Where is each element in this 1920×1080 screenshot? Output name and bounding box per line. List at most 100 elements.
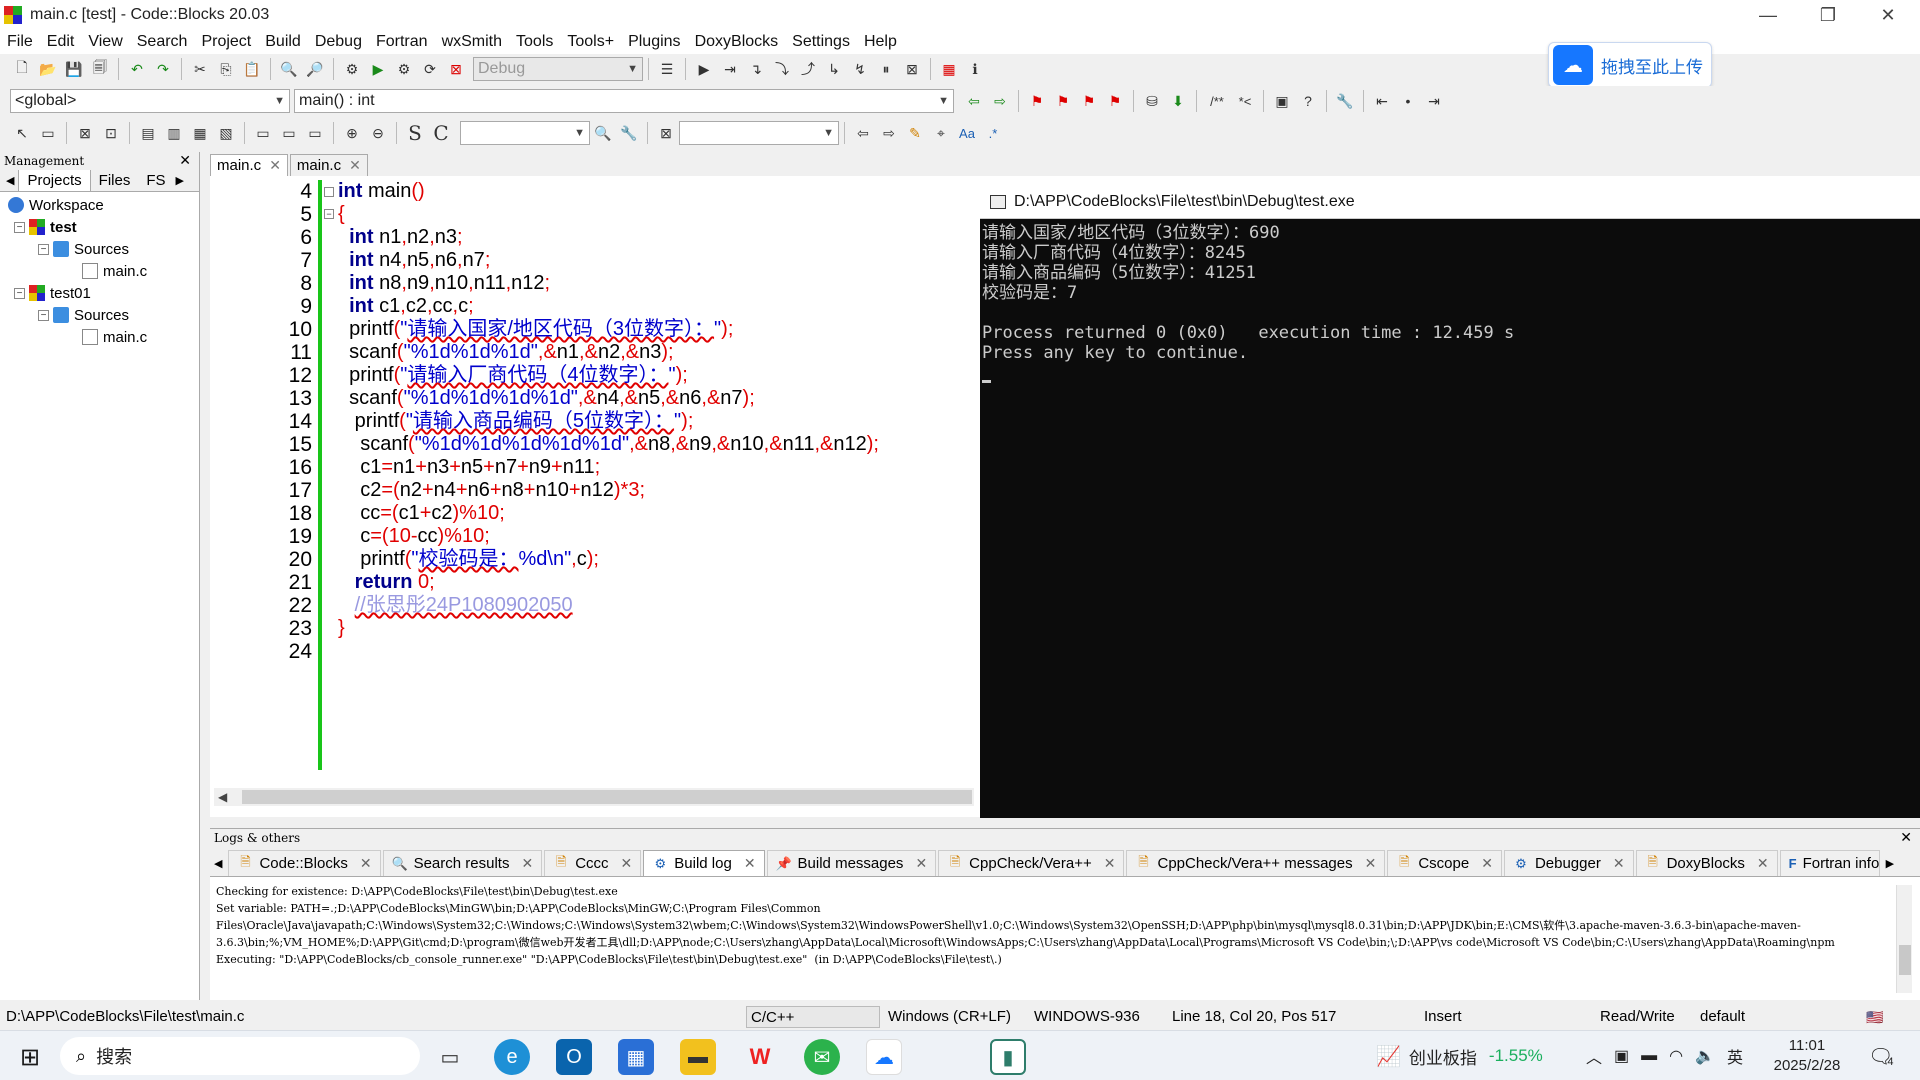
next-instruction-icon[interactable]: ↳ [822,57,846,81]
close-button[interactable]: ✕ [1860,0,1916,30]
log-tab-cppcheck[interactable]: 🗎 CppCheck/Vera++ ✕ [938,850,1125,876]
jump-implementation-icon[interactable]: ⬇ [1166,89,1190,113]
code-line[interactable]: cc=(c1+c2)%10; [338,502,879,525]
menu-tools[interactable]: Tools [509,30,560,54]
jump-forward-icon[interactable]: ⇨ [988,89,1012,113]
horizontal-scrollbar[interactable]: ◀ [214,788,974,806]
log-tab-doxyblocks[interactable]: 🗎 DoxyBlocks ✕ [1635,850,1778,876]
clear-icon[interactable]: ⊠ [654,121,678,145]
collapse-icon[interactable]: − [14,287,25,299]
code-area[interactable]: int main(){ int n1,n2,n3; int n4,n5,n6,n… [338,180,879,663]
menu-plugins[interactable]: Plugins [621,30,687,54]
console-taskbar-icon[interactable]: ▮ [990,1039,1026,1075]
tree-item-sources[interactable]: − Sources [0,304,199,326]
tab-projects[interactable]: Projects [18,169,91,191]
close-tab-icon[interactable]: ✕ [1481,855,1493,872]
log-tab-codeblocks[interactable]: 🗎 Code::Blocks ✕ [228,850,381,876]
chevron-up-icon[interactable]: ︿ [1586,1044,1602,1068]
close-icon[interactable]: ✕ [179,152,191,170]
tray-app-icon[interactable]: ▣ [1614,1046,1629,1066]
forward-icon[interactable]: ⇥ [1422,89,1446,113]
code-line[interactable]: int n4,n5,n6,n7; [338,249,879,272]
code-line[interactable]: printf("请输入国家/地区代码（3位数字）："); [338,318,879,341]
code-line[interactable]: } [338,617,879,640]
tab-fs[interactable]: FS [138,170,173,191]
find-icon[interactable]: 🔍 [277,57,301,81]
code-line[interactable]: //张思彤24P1080902050 [338,594,879,617]
wrench-icon[interactable]: 🔧 [1333,89,1357,113]
jump-back-icon[interactable]: ⇦ [962,89,986,113]
collapse-icon[interactable]: − [14,221,25,233]
align-icon-2[interactable]: ▥ [162,121,186,145]
close-tab-icon[interactable]: ✕ [621,855,633,872]
log-tab-cccc[interactable]: 🗎 Cccc ✕ [544,850,642,876]
menu-debug[interactable]: Debug [308,30,369,54]
settings-wrench-icon[interactable]: 🔧 [617,121,641,145]
log-tab-fortran-info[interactable]: F Fortran info [1779,850,1880,876]
tree-item-test[interactable]: − test [0,216,199,238]
build-gear-icon[interactable]: ⚙ [340,57,364,81]
fold-marker-icon[interactable]: − [324,209,334,219]
debug-run-icon[interactable]: ▶ [692,57,716,81]
close-tab-icon[interactable]: ✕ [1104,855,1116,872]
incremental-search-combo[interactable]: ▼ [679,121,839,145]
selected-text-icon[interactable]: ⌖ [929,121,953,145]
log-tab-build-messages[interactable]: 📌 Build messages ✕ [766,850,937,876]
code-line[interactable]: scanf("%1d%1d%1d%1d%1d",&n8,&n9,&n10,&n1… [338,433,879,456]
vertical-scrollbar[interactable] [1896,885,1912,993]
menu-tools-plus[interactable]: Tools+ [560,30,621,54]
clock[interactable]: 11:01 2025/2/28 [1772,1031,1842,1080]
close-tab-icon[interactable]: ✕ [360,855,372,872]
match-case-button[interactable]: Aa [955,121,979,145]
find-previous-icon[interactable]: ⇦ [851,121,875,145]
save-all-icon[interactable]: 🗐 [88,57,112,81]
c-button[interactable]: C [429,121,453,145]
code-line[interactable]: scanf("%1d%1d%1d%1d",&n4,&n5,&n6,&n7); [338,387,879,410]
baidu-netdisk-icon[interactable]: ☁ [866,1039,902,1075]
close-tab-icon[interactable]: ✕ [269,157,281,174]
log-tab-cppcheck-messages[interactable]: 🗎 CppCheck/Vera++ messages ✕ [1126,850,1386,876]
console-window[interactable]: D:\APP\CodeBlocks\File\test\bin\Debug\te… [980,185,1920,818]
code-line[interactable]: int n1,n2,n3; [338,226,879,249]
menu-wxsmith[interactable]: wxSmith [435,30,509,54]
code-line[interactable]: int c1,c2,cc,c; [338,295,879,318]
fold-marker-icon[interactable] [324,187,334,197]
edge-browser-icon[interactable]: e [494,1039,530,1075]
align-icon-4[interactable]: ▧ [214,121,238,145]
zoom-out-icon[interactable]: ⊖ [366,121,390,145]
zoom-in-icon[interactable]: ⊕ [340,121,364,145]
jump-declaration-icon[interactable]: ⛁ [1140,89,1164,113]
copy-icon[interactable]: ⎘ [214,57,238,81]
paste-icon[interactable]: 📋 [240,57,264,81]
wps-icon[interactable]: W [742,1039,778,1075]
undo-icon[interactable]: ↶ [125,57,149,81]
windows-start-icon[interactable]: ⊞ [12,1039,48,1075]
collapse-icon[interactable]: − [38,309,49,321]
align-icon-3[interactable]: ▦ [188,121,212,145]
frame-icon-1[interactable]: ▭ [251,121,275,145]
code-line[interactable]: printf("校验码是：%d\n",c); [338,548,879,571]
code-line[interactable]: c2=(n2+n4+n6+n8+n10+n12)*3; [338,479,879,502]
save-icon[interactable]: 💾 [62,57,86,81]
align-icon-1[interactable]: ▤ [136,121,160,145]
regex-button[interactable]: .* [981,121,1005,145]
tree-item-main-c[interactable]: main.c [0,260,199,282]
volume-icon[interactable]: 🔈 [1695,1046,1715,1066]
scroll-left-icon[interactable]: ◀ [218,790,227,804]
cut-icon[interactable]: ✂ [188,57,212,81]
ime-indicator[interactable]: 英 [1727,1044,1743,1068]
highlight-icon[interactable]: ✎ [903,121,927,145]
doxy-comment-button[interactable]: /** [1203,89,1231,113]
menu-search[interactable]: Search [130,30,195,54]
dot-icon[interactable]: • [1396,89,1420,113]
codeblocks-taskbar-icon[interactable] [928,1043,956,1071]
rebuild-icon[interactable]: ⟳ [418,57,442,81]
close-tab-icon[interactable]: ✕ [915,855,927,872]
wechat-icon[interactable]: ✉ [804,1039,840,1075]
close-tab-icon[interactable]: ✕ [1757,855,1769,872]
pointer-icon[interactable]: ↖ [10,121,34,145]
abort-icon[interactable]: ⊠ [444,57,468,81]
notification-center[interactable]: 🗨 4 [1868,1031,1894,1080]
function-select[interactable]: main() : int ▼ [294,89,954,113]
tree-item-test01[interactable]: − test01 [0,282,199,304]
